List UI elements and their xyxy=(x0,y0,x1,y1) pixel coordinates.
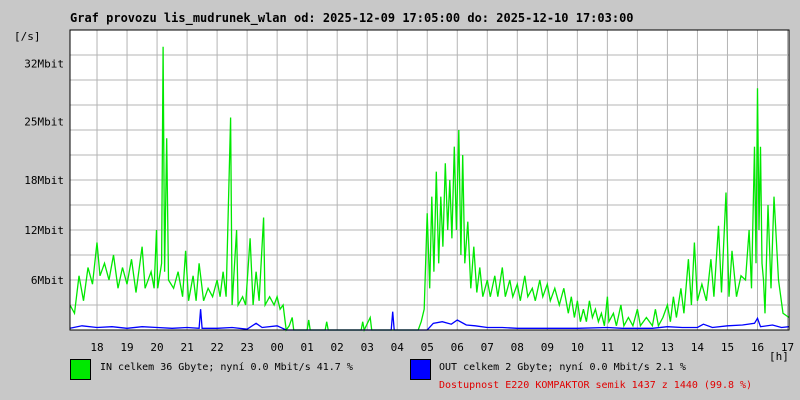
x-tick-label: 20 xyxy=(150,341,163,354)
x-tick-label: 14 xyxy=(691,341,705,354)
x-tick-label: 18 xyxy=(90,341,103,354)
out-legend-text: OUT celkem 2 Gbyte; nyní 0.0 Mbit/s 2.1 … xyxy=(439,362,686,373)
y-tick-label: 25Mbit xyxy=(24,116,64,129)
x-tick-label: 05 xyxy=(421,341,434,354)
out-legend-swatch xyxy=(410,359,431,380)
x-axis-label: [h] xyxy=(769,350,789,363)
x-tick-label: 07 xyxy=(481,341,494,354)
x-tick-label: 09 xyxy=(541,341,554,354)
x-tick-label: 19 xyxy=(120,341,133,354)
x-tick-label: 11 xyxy=(601,341,614,354)
y-tick-label: 12Mbit xyxy=(24,224,64,237)
availability-text: Dostupnost E220 KOMPAKTOR semik 1437 z 1… xyxy=(439,380,753,391)
y-tick-label: 32Mbit xyxy=(24,57,64,70)
x-tick-label: 22 xyxy=(210,341,223,354)
x-tick-label: 10 xyxy=(571,341,584,354)
y-tick-label: 18Mbit xyxy=(24,174,64,187)
x-tick-label: 13 xyxy=(661,341,674,354)
x-tick-label: 00 xyxy=(271,341,284,354)
x-tick-label: 15 xyxy=(721,341,734,354)
in-legend-text: IN celkem 36 Gbyte; nyní 0.0 Mbit/s 41.7… xyxy=(100,362,353,373)
in-legend-swatch xyxy=(70,359,91,380)
x-tick-label: 16 xyxy=(751,341,764,354)
traffic-chart: 18 19 20 21 22 23 00 01 02 03 04 05 06 07 08 09 10 11 12 13… xyxy=(14,29,794,363)
x-tick-label: 02 xyxy=(331,341,344,354)
y-axis-label: [/s] xyxy=(14,30,41,43)
x-tick-label: 21 xyxy=(180,341,193,354)
x-tick-label: 01 xyxy=(301,341,314,354)
y-tick-label: 6Mbit xyxy=(31,274,64,287)
x-tick-label: 23 xyxy=(240,341,253,354)
x-tick-label: 03 xyxy=(361,341,374,354)
x-tick-label: 04 xyxy=(391,341,405,354)
x-tick-label: 06 xyxy=(451,341,464,354)
x-tick-label: 12 xyxy=(631,341,644,354)
x-tick-label: 08 xyxy=(511,341,524,354)
